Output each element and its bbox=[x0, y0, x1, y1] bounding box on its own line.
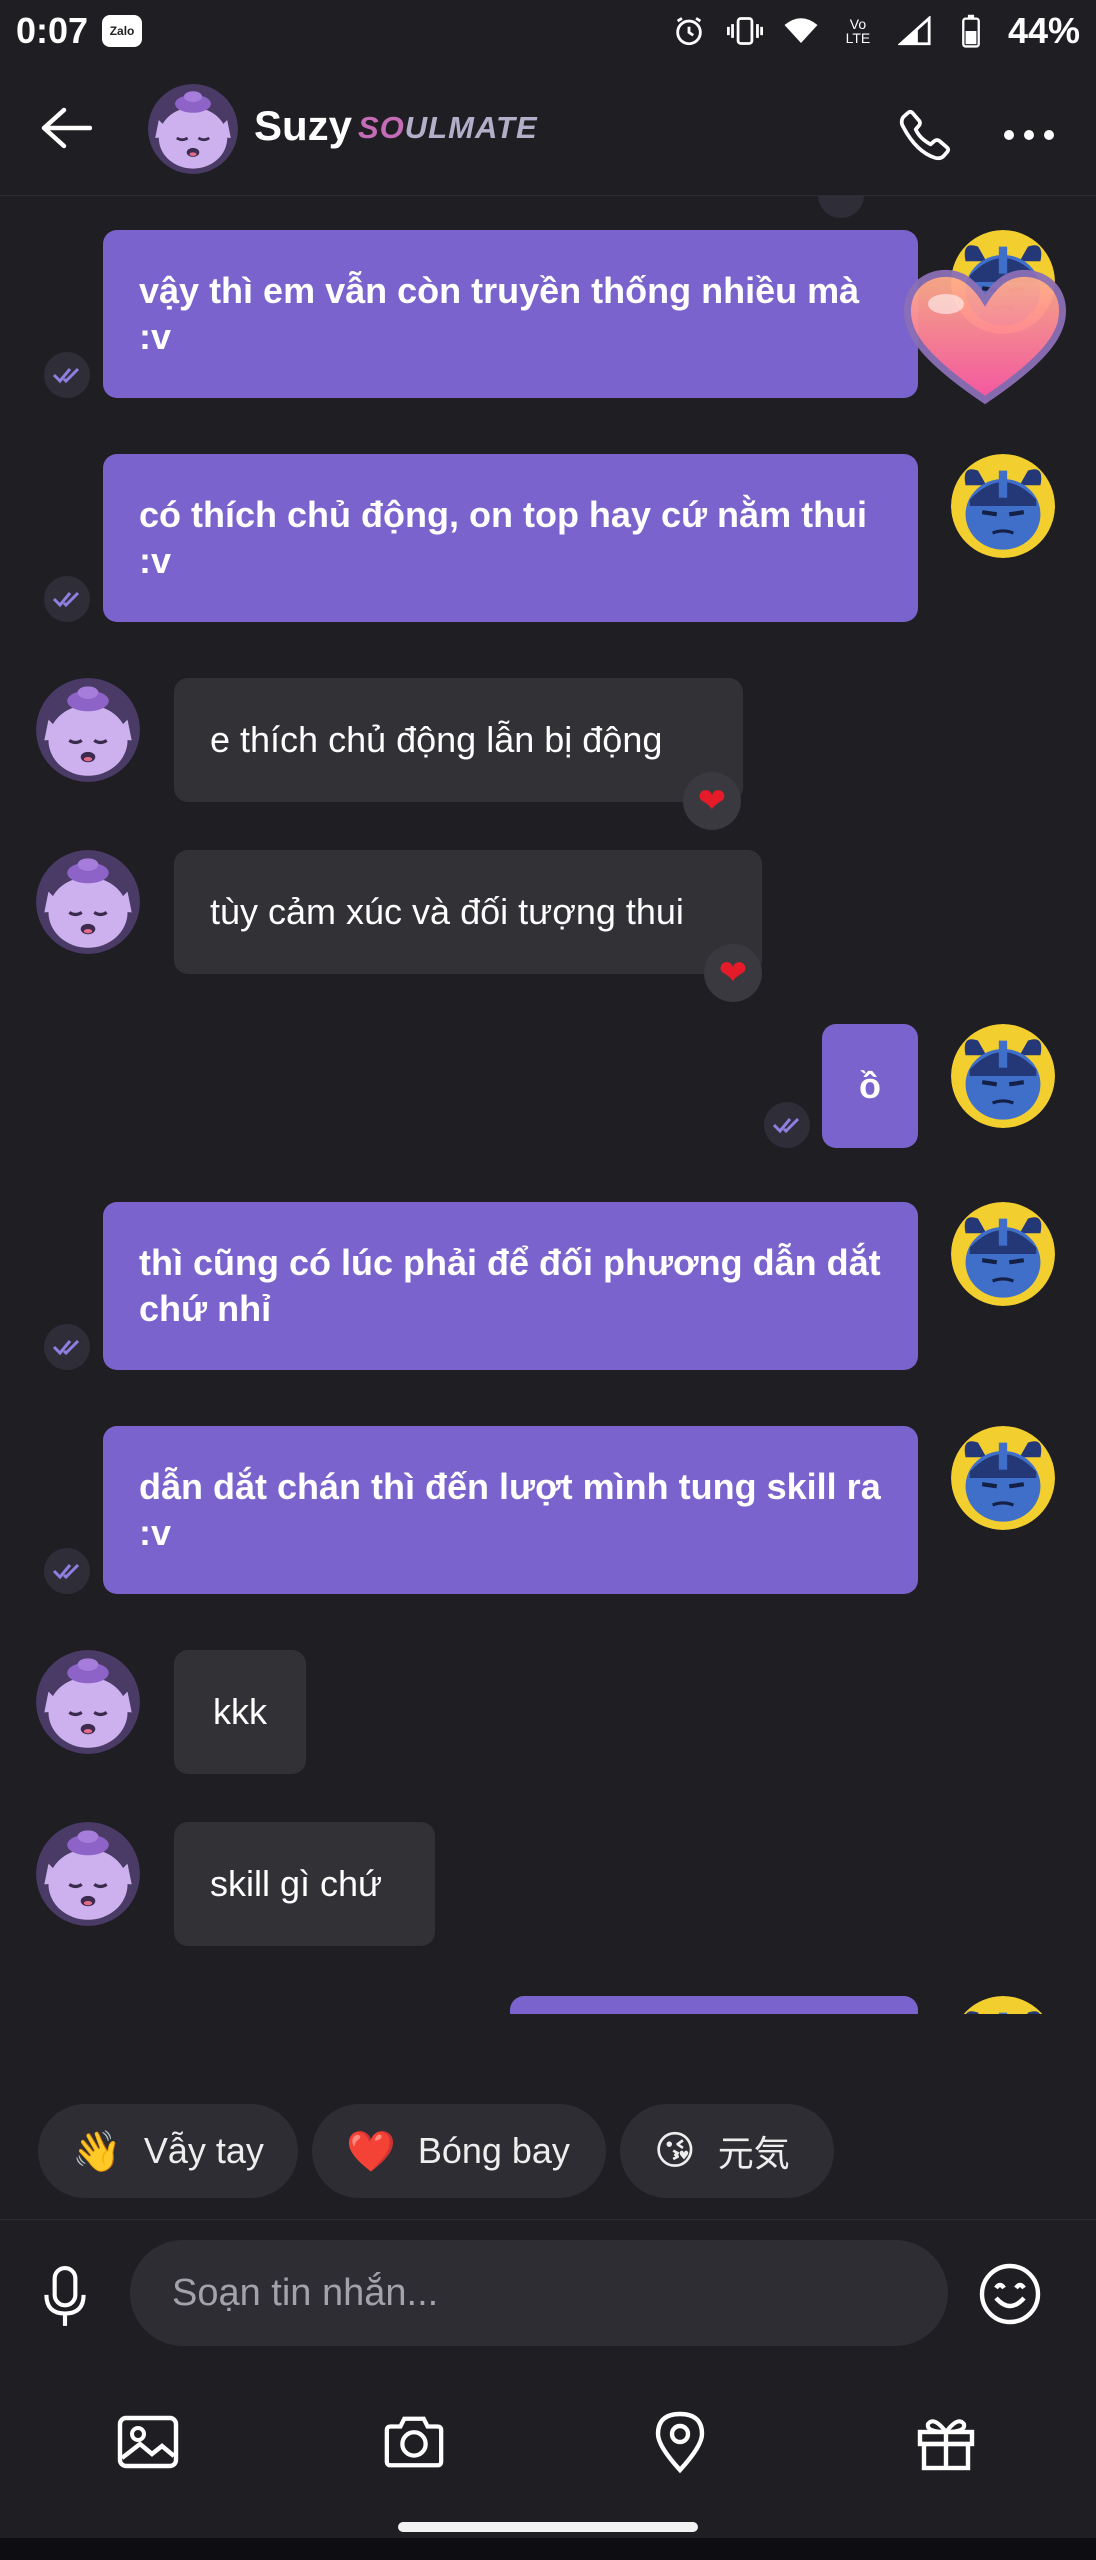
soulmate-badge-so: SO bbox=[358, 110, 405, 145]
incoming-message[interactable]: skill gì chứ bbox=[174, 1822, 435, 1946]
soulmate-badge: SOULMATE bbox=[358, 110, 538, 146]
more-options-button[interactable] bbox=[994, 100, 1064, 170]
more-horizontal-icon bbox=[1004, 130, 1014, 140]
location-pin-icon bbox=[655, 2411, 705, 2474]
contact-avatar[interactable] bbox=[36, 850, 140, 954]
status-icons: Vo LTE 44% bbox=[670, 10, 1080, 52]
gift-icon bbox=[917, 2419, 975, 2471]
outgoing-message[interactable]: ồ bbox=[822, 1024, 918, 1148]
my-avatar[interactable] bbox=[951, 1426, 1055, 1530]
arrow-left-icon bbox=[41, 107, 92, 149]
bottom-strip bbox=[0, 2538, 1096, 2560]
signal-icon bbox=[896, 12, 934, 50]
more-dot bbox=[1024, 130, 1034, 140]
phone-icon bbox=[899, 109, 951, 161]
my-avatar[interactable] bbox=[951, 1996, 1055, 2014]
voice-message-button[interactable] bbox=[30, 2262, 100, 2332]
outgoing-message-partial[interactable] bbox=[510, 1996, 918, 2014]
clock: 0:07 bbox=[16, 10, 89, 51]
message-text: dẫn dắt chán thì đến lượt mình tung skil… bbox=[139, 1466, 881, 1553]
chat-header: Suzy SOULMATE bbox=[0, 62, 1096, 196]
image-icon bbox=[117, 2415, 179, 2469]
quick-reactions-bar: 👋 Vẫy tay ❤️ Bóng bay 😘 元気 bbox=[0, 2060, 1096, 2220]
outgoing-message[interactable]: vậy thì em vẫn còn truyền thống nhiều mà… bbox=[103, 230, 918, 398]
camera-icon bbox=[384, 2416, 444, 2468]
gift-button[interactable] bbox=[906, 2402, 986, 2482]
outgoing-message[interactable]: thì cũng có lúc phải để đối phương dẫn d… bbox=[103, 1202, 918, 1370]
chip-label: Vẫy tay bbox=[143, 2130, 264, 2171]
seen-check-icon bbox=[764, 1102, 810, 1148]
my-avatar[interactable] bbox=[951, 1202, 1055, 1306]
message-text: kkk bbox=[213, 1691, 267, 1732]
contact-name[interactable]: Suzy bbox=[254, 102, 352, 150]
message-text: ồ bbox=[859, 1065, 881, 1106]
alarm-icon bbox=[670, 12, 708, 50]
wave-icon: 👋 bbox=[72, 2129, 122, 2174]
incoming-message[interactable]: kkk bbox=[174, 1650, 306, 1774]
seen-indicator-partial bbox=[818, 196, 864, 218]
seen-check-icon bbox=[44, 352, 90, 398]
message-text: thì cũng có lúc phải để đối phương dẫn d… bbox=[139, 1242, 881, 1329]
vibrate-icon bbox=[726, 12, 764, 50]
chip-label: 元気 bbox=[717, 2133, 790, 2174]
contact-avatar[interactable] bbox=[36, 1650, 140, 1754]
outgoing-message[interactable]: dẫn dắt chán thì đến lượt mình tung skil… bbox=[103, 1426, 918, 1594]
attachment-toolbar bbox=[0, 2380, 1096, 2510]
gallery-button[interactable] bbox=[108, 2402, 188, 2482]
location-button[interactable] bbox=[640, 2402, 720, 2482]
call-button[interactable] bbox=[890, 100, 960, 170]
message-list[interactable]: vậy thì em vẫn còn truyền thống nhiều mà… bbox=[0, 196, 1096, 2014]
contact-avatar[interactable] bbox=[36, 1822, 140, 1926]
camera-button[interactable] bbox=[374, 2402, 454, 2482]
message-text: e thích chủ động lẫn bị động bbox=[210, 719, 663, 760]
microphone-icon bbox=[44, 2266, 86, 2326]
seen-check-icon bbox=[44, 1324, 90, 1370]
battery-icon bbox=[952, 12, 990, 50]
floating-heart-icon bbox=[903, 269, 1067, 405]
status-bar: 0:07 Zalo Vo LTE 44% bbox=[0, 0, 1096, 62]
heart-reaction-icon[interactable]: ❤ bbox=[683, 772, 741, 830]
back-button[interactable] bbox=[30, 92, 102, 164]
zalo-notification-icon: Zalo bbox=[102, 15, 143, 47]
quick-reaction-genki[interactable]: 😘 元気 bbox=[620, 2104, 834, 2198]
soulmate-badge-rest: ULMATE bbox=[404, 110, 538, 145]
quick-reaction-balloon[interactable]: ❤️ Bóng bay bbox=[312, 2104, 606, 2198]
emoji-icon bbox=[979, 2263, 1041, 2325]
message-text: tùy cảm xúc và đối tượng thui bbox=[210, 891, 684, 932]
home-indicator[interactable] bbox=[398, 2522, 698, 2532]
message-text: có thích chủ động, on top hay cứ nằm thu… bbox=[139, 494, 868, 581]
battery-percent: 44% bbox=[1007, 10, 1080, 51]
message-input[interactable] bbox=[130, 2240, 948, 2346]
contact-avatar[interactable] bbox=[36, 678, 140, 782]
my-avatar[interactable] bbox=[951, 454, 1055, 558]
wifi-icon bbox=[782, 12, 820, 50]
outgoing-message[interactable]: có thích chủ động, on top hay cứ nằm thu… bbox=[103, 454, 918, 622]
more-dot bbox=[1044, 130, 1054, 140]
incoming-message[interactable]: e thích chủ động lẫn bị động bbox=[174, 678, 743, 802]
my-avatar[interactable] bbox=[951, 1024, 1055, 1128]
quick-reaction-wave[interactable]: 👋 Vẫy tay bbox=[38, 2104, 298, 2198]
incoming-message[interactable]: tùy cảm xúc và đối tượng thui bbox=[174, 850, 762, 974]
message-text: vậy thì em vẫn còn truyền thống nhiều mà… bbox=[139, 270, 860, 357]
emoji-button[interactable] bbox=[974, 2258, 1046, 2330]
message-text: skill gì chứ bbox=[210, 1863, 383, 1904]
heart-reaction-icon[interactable]: ❤ bbox=[704, 944, 762, 1002]
seen-check-icon bbox=[44, 1548, 90, 1594]
heart-icon: ❤️ bbox=[346, 2129, 396, 2174]
seen-check-icon bbox=[44, 576, 90, 622]
kiss-icon: 😘 bbox=[654, 2129, 696, 2173]
volte-icon: Vo LTE bbox=[845, 16, 871, 46]
chip-label: Bóng bay bbox=[417, 2130, 570, 2171]
contact-avatar[interactable] bbox=[148, 84, 238, 174]
